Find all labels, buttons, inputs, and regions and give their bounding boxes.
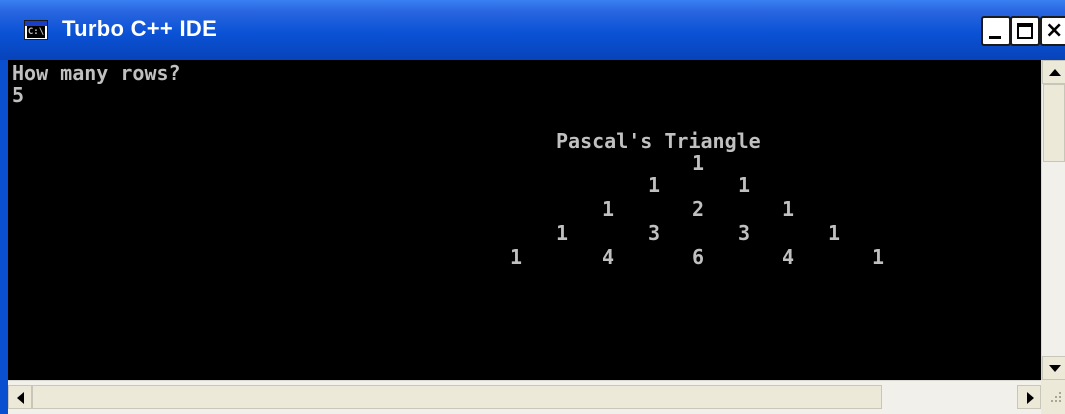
arrow-down-icon [1049, 365, 1061, 372]
title-bar[interactable]: C:\ Turbo C++ IDE × [0, 0, 1065, 60]
triangle-row-3-cell-3: 1 [782, 197, 795, 221]
console-app-icon[interactable]: C:\ [24, 20, 48, 40]
icon-label: C:\ [27, 26, 45, 38]
triangle-row-4-cell-3: 3 [738, 221, 751, 245]
grip-dot [1059, 396, 1061, 398]
arrow-up-icon [1049, 69, 1061, 76]
triangle-row-5-cell-5: 1 [872, 245, 885, 269]
triangle-row-4-cell-2: 3 [648, 221, 661, 245]
horizontal-scrollbar[interactable] [8, 380, 1041, 414]
triangle-row-3-cell-2: 2 [692, 197, 705, 221]
prompt-text: How many rows? [12, 61, 181, 85]
grip-dot [1059, 392, 1061, 394]
scroll-left-button[interactable] [8, 385, 32, 409]
grip-dot [1055, 396, 1057, 398]
console-window: C:\ Turbo C++ IDE × How many rows? 5 Pas… [0, 0, 1065, 414]
arrow-right-icon [1027, 392, 1034, 404]
maximize-icon [1017, 23, 1033, 39]
scroll-right-button[interactable] [1017, 385, 1041, 409]
triangle-row-5-cell-3: 6 [692, 245, 705, 269]
resize-grip[interactable] [1041, 380, 1065, 414]
minimize-button[interactable] [981, 16, 1011, 46]
arrow-left-icon [17, 392, 24, 404]
window-frame-left [0, 60, 8, 414]
vertical-scrollbar[interactable] [1041, 60, 1065, 380]
scroll-up-button[interactable] [1042, 60, 1065, 84]
minimize-icon [989, 36, 1001, 39]
triangle-row-4-cell-1: 1 [556, 221, 569, 245]
maximize-button[interactable] [1010, 16, 1040, 46]
triangle-row-4-cell-4: 1 [828, 221, 841, 245]
scroll-down-button[interactable] [1042, 356, 1065, 380]
triangle-row-2-cell-1: 1 [648, 173, 661, 197]
triangle-row-1-cell-1: 1 [692, 151, 705, 175]
triangle-heading: Pascal's Triangle [556, 129, 761, 153]
close-icon: × [1045, 18, 1064, 43]
close-button[interactable]: × [1040, 16, 1065, 46]
vertical-scroll-thumb[interactable] [1043, 84, 1065, 162]
grip-dot [1055, 400, 1057, 402]
triangle-row-5-cell-2: 4 [602, 245, 615, 269]
triangle-row-3-cell-1: 1 [602, 197, 615, 221]
triangle-row-5-cell-1: 1 [510, 245, 523, 269]
window-title: Turbo C++ IDE [62, 16, 218, 41]
input-value: 5 [12, 83, 25, 107]
console-output[interactable]: How many rows? 5 Pascal's Triangle 1 1 1… [8, 60, 1041, 380]
grip-dot [1051, 400, 1053, 402]
grip-dot [1059, 400, 1061, 402]
triangle-row-5-cell-4: 4 [782, 245, 795, 269]
triangle-row-2-cell-2: 1 [738, 173, 751, 197]
horizontal-scroll-thumb[interactable] [32, 385, 882, 409]
